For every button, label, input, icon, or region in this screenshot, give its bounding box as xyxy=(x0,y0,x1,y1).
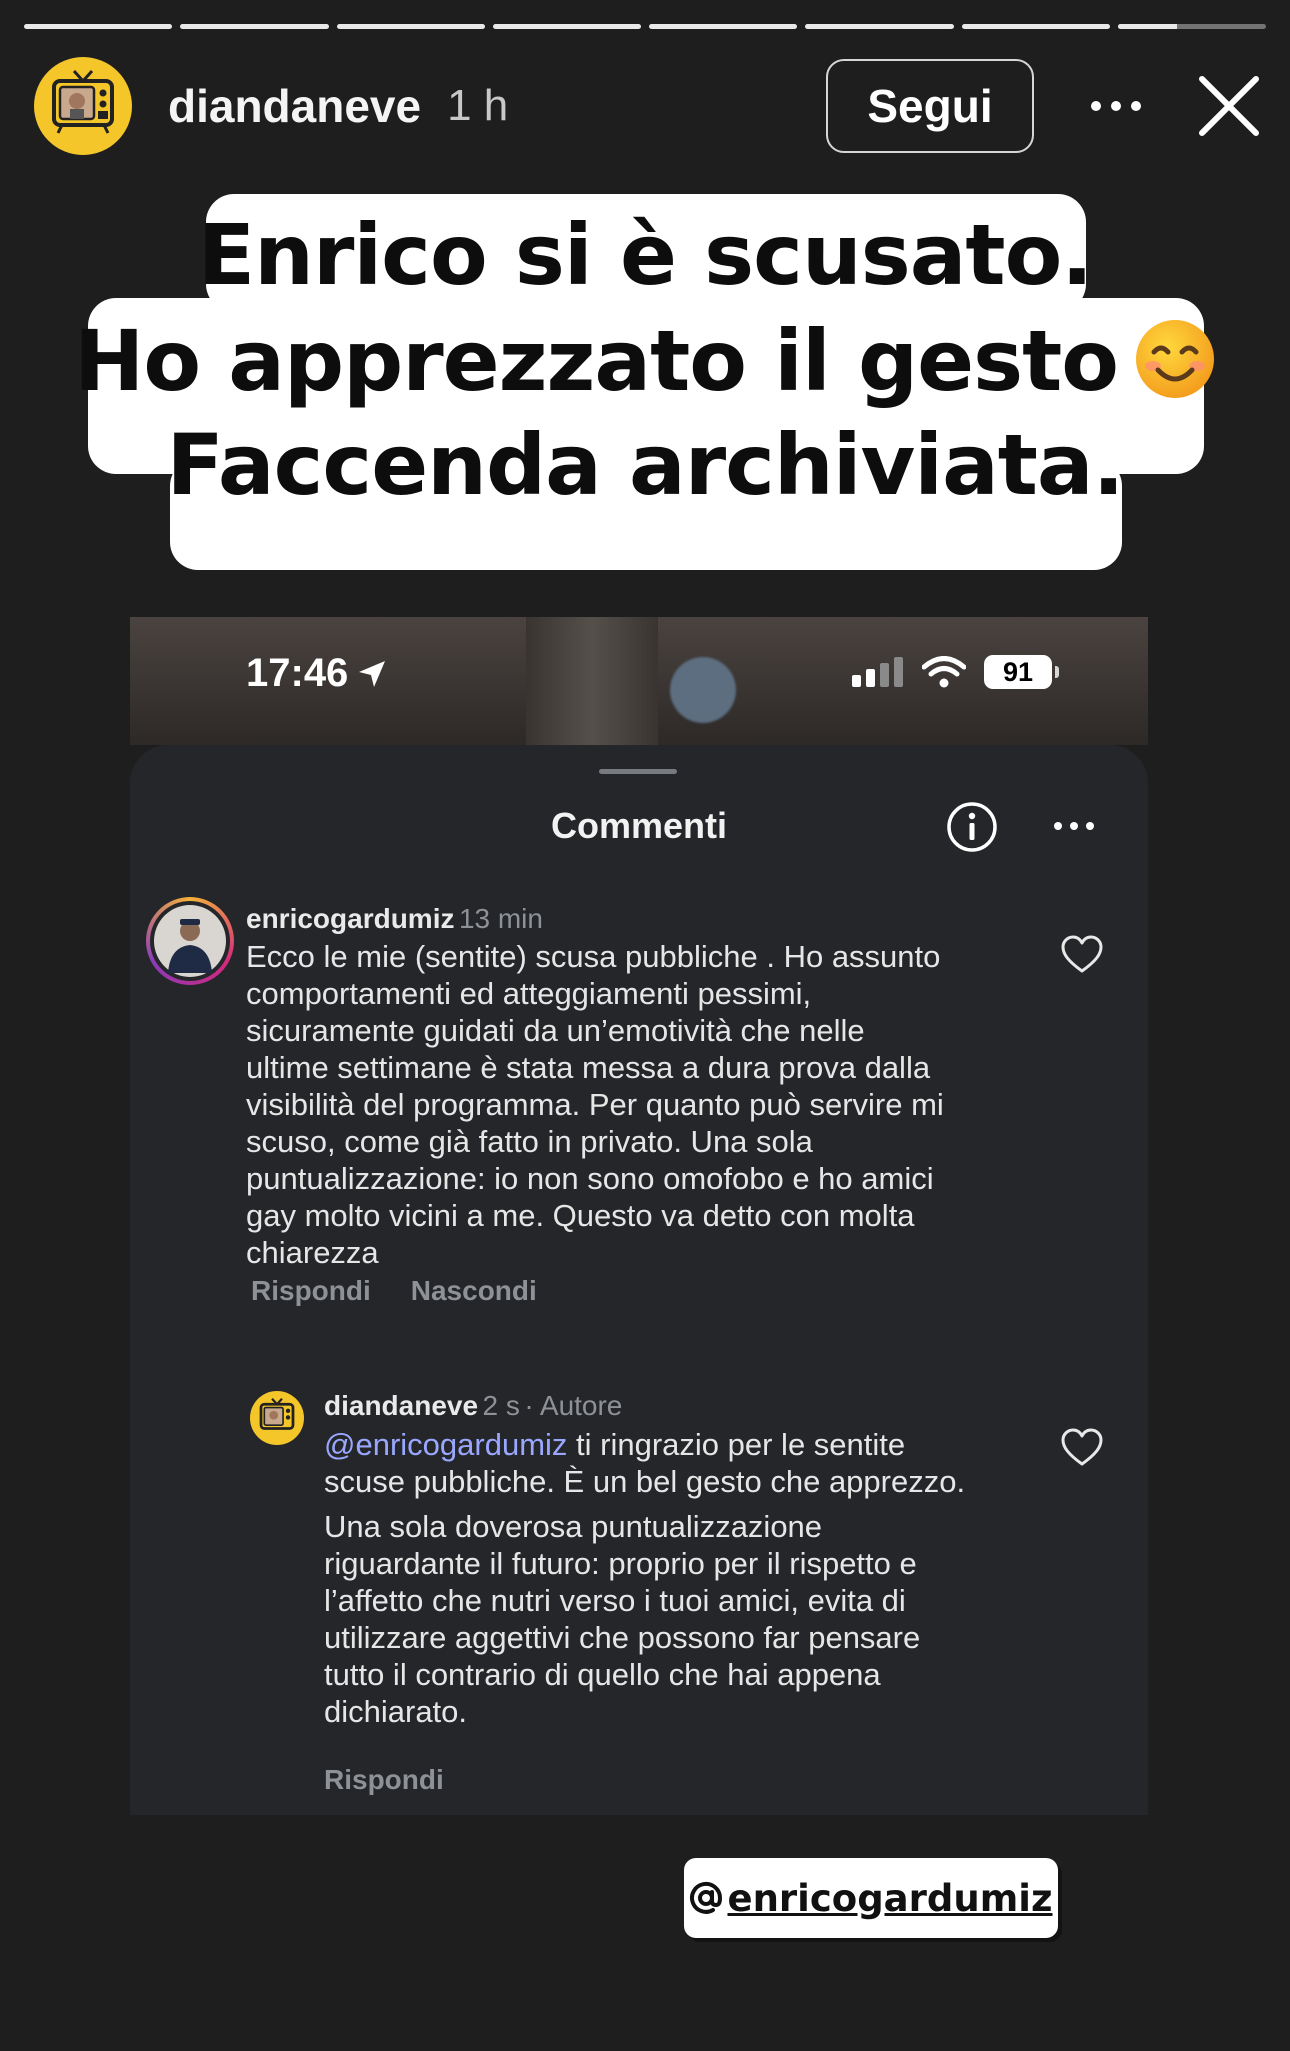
sheet-grabber[interactable] xyxy=(599,769,677,774)
comment-line: visibilità del programma. Per quanto può… xyxy=(246,1087,944,1122)
comment-header: diandaneve 2 s · Autore xyxy=(324,1390,622,1422)
progress-segment-fill xyxy=(336,24,485,29)
comment-line: ultime settimane è stata messa a dura pr… xyxy=(246,1050,931,1085)
smiling-face-emoji-icon xyxy=(1135,320,1214,398)
progress-segment-fill xyxy=(805,24,954,29)
progress-segment-fill xyxy=(649,24,798,29)
progress-segment xyxy=(492,24,641,29)
status-time-text: 17:46 xyxy=(246,651,349,695)
background-pillar xyxy=(526,617,658,745)
story-progress-bar xyxy=(24,24,1266,29)
mention-sticker-text: enricogardumiz xyxy=(727,1876,1053,1920)
progress-segment-fill xyxy=(492,24,641,29)
progress-segment-fill xyxy=(961,24,1110,29)
caption-line-3: Faccenda archiviata. xyxy=(166,416,1124,514)
close-button[interactable] xyxy=(1196,73,1262,139)
comment-line: riguardante il futuro: proprio per il ri… xyxy=(324,1546,917,1581)
story-caption: Enrico si è scusato. Ho apprezzato il ge… xyxy=(0,192,1290,584)
caption-line-2: Ho apprezzato il gesto xyxy=(0,312,1290,410)
progress-segment xyxy=(649,24,798,29)
background-blur xyxy=(670,657,736,723)
mention-sticker[interactable]: enricogardumiz xyxy=(684,1858,1058,1938)
comment-line: Ecco le mie (sentite) scusa pubbliche . … xyxy=(246,939,941,974)
progress-segment xyxy=(1117,24,1266,29)
caption-line-1: Enrico si è scusato. xyxy=(197,206,1093,304)
comment-time: 13 min xyxy=(458,903,543,934)
story-timestamp: 1 h xyxy=(447,81,509,130)
close-icon xyxy=(1199,76,1259,136)
comment-line: utilizzare aggettivi che possono far pen… xyxy=(324,1620,921,1655)
comment-line: tutto il contrario di quello che hai app… xyxy=(324,1657,881,1692)
status-icons: 91 xyxy=(852,655,1059,689)
more-icon[interactable] xyxy=(1052,811,1096,841)
author-badge: · Autore xyxy=(524,1390,623,1421)
comment-line: comportamenti ed atteggiamenti pessimi, xyxy=(246,976,812,1011)
reply-button[interactable]: Rispondi xyxy=(251,1275,371,1307)
info-icon[interactable] xyxy=(946,801,998,853)
follow-button[interactable]: Segui xyxy=(826,59,1034,153)
progress-segment xyxy=(336,24,485,29)
progress-segment-fill xyxy=(180,24,329,29)
comment-line: chiarezza xyxy=(246,1235,379,1270)
profile-photo-icon xyxy=(150,901,230,981)
comment-actions: Rispondi xyxy=(324,1764,444,1796)
progress-segment-fill xyxy=(24,24,173,29)
comment-text: @enricogardumiz ti ringrazio per le sent… xyxy=(324,1426,1064,1730)
comment-line: @enricogardumiz ti ringrazio per le sent… xyxy=(324,1426,1064,1463)
mention-link[interactable]: @enricogardumiz xyxy=(324,1427,567,1462)
cellular-signal-icon xyxy=(852,657,903,687)
comment-author[interactable]: enricogardumiz xyxy=(246,903,454,934)
status-bar: 17:46 91 xyxy=(130,617,1148,745)
comment-line: scuse pubbliche. È un bel gesto che appr… xyxy=(324,1464,966,1499)
comment-line-text: ti ringrazio per le sentite xyxy=(576,1427,906,1462)
comment-author[interactable]: diandaneve xyxy=(324,1390,478,1421)
comment-line: dichiarato. xyxy=(324,1694,468,1729)
at-sign-icon xyxy=(690,1881,723,1914)
comment-line: scuso, come già fatto in privato. Una so… xyxy=(246,1124,813,1159)
heart-icon[interactable] xyxy=(1060,935,1104,975)
story-header: diandaneve 1 h Segui xyxy=(34,54,1262,158)
reply-button[interactable]: Rispondi xyxy=(324,1764,444,1796)
comment-line: l’affetto che nutri verso i tuoi amici, … xyxy=(324,1583,906,1618)
progress-segment xyxy=(961,24,1110,29)
avatar[interactable] xyxy=(146,897,234,985)
progress-segment xyxy=(24,24,173,29)
avatar[interactable] xyxy=(34,57,132,155)
comment-time: 2 s xyxy=(482,1390,520,1421)
caption-line-2-text: Ho apprezzato il gesto xyxy=(74,312,1119,410)
comment-screenshot: 17:46 91 Commenti enricogardumiz 13 min … xyxy=(130,617,1148,1817)
location-arrow-icon xyxy=(359,660,386,687)
more-options-button[interactable] xyxy=(1088,86,1144,126)
comment-line: gay molto vicini a me. Questo va detto c… xyxy=(246,1198,915,1233)
heart-icon[interactable] xyxy=(1060,1428,1104,1468)
comment-actions: Rispondi Nascondi xyxy=(251,1275,537,1307)
avatar[interactable] xyxy=(250,1391,304,1445)
tv-icon xyxy=(52,69,114,134)
comment-line: Una sola doverosa puntualizzazione xyxy=(324,1509,823,1544)
more-icon xyxy=(1091,101,1141,111)
progress-segment-fill xyxy=(1117,24,1178,29)
status-time: 17:46 xyxy=(246,651,388,696)
comment-header: enricogardumiz 13 min xyxy=(246,903,543,935)
tv-icon xyxy=(259,1397,295,1430)
comment-line: puntualizzazione: io non sono omofobo e … xyxy=(246,1161,934,1196)
wifi-icon xyxy=(922,656,966,688)
comment-text: Ecco le mie (sentite) scusa pubbliche . … xyxy=(246,938,1046,1271)
comment-line: sicuramente guidati da un’emotività che … xyxy=(246,1013,865,1048)
story-username[interactable]: diandaneve xyxy=(168,79,421,133)
progress-segment xyxy=(805,24,954,29)
battery-indicator: 91 xyxy=(984,655,1059,689)
progress-segment xyxy=(180,24,329,29)
hide-button[interactable]: Nascondi xyxy=(411,1275,537,1307)
comments-sheet: Commenti enricogardumiz 13 min Ecco le m… xyxy=(130,745,1148,1815)
